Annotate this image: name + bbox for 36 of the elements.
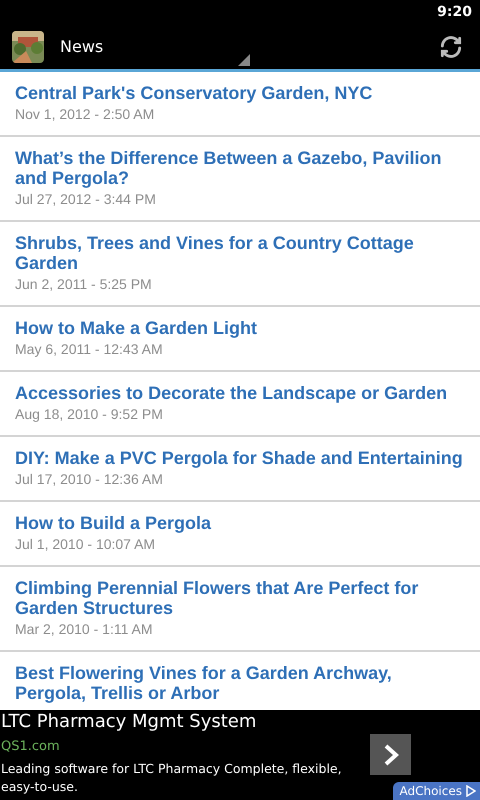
refresh-icon[interactable] xyxy=(438,34,464,60)
ad-url: QS1.com xyxy=(1,738,60,756)
article-date: Jul 1, 2010 - 10:07 AM xyxy=(15,535,156,553)
article-title: DIY: Make a PVC Pergola for Shade and Entertaining xyxy=(15,448,464,468)
article-date: Jul 27, 2012 - 3:44 PM xyxy=(15,190,157,208)
article-item[interactable]: Central Park's Conservatory Garden, NYC Nov 1, 2012 - 2:50 AM xyxy=(0,72,480,137)
article-item[interactable]: Shrubs, Trees and Vines for a Country Cottage Garden Jun 2, 2011 - 5:25 PM xyxy=(0,222,480,307)
article-item[interactable]: Climbing Perennial Flowers that Are Perfect for Garden Structures Mar 2, 2010 - 1:11 AM xyxy=(0,567,480,652)
article-title: Central Park's Conservatory Garden, NYC xyxy=(15,83,374,103)
ad-headline: LTC Pharmacy Mgmt System xyxy=(1,710,258,733)
article-date: Jun 2, 2011 - 5:25 PM xyxy=(15,275,153,293)
article-title: How to Make a Garden Light xyxy=(15,318,258,338)
article-date: Mar 2, 2010 - 1:11 AM xyxy=(15,620,154,638)
article-item[interactable]: What’s the Difference Between a Gazebo, Pavilion and Pergola? Jul 27, 2012 - 3:44 PM xyxy=(0,137,480,222)
article-item[interactable]: How to Make a Garden Light May 6, 2011 - 12:43 AM xyxy=(0,307,480,372)
article-date: May 6, 2011 - 12:43 AM xyxy=(15,340,164,358)
article-title: Shrubs, Trees and Vines for a Country Cottage Garden xyxy=(15,233,415,273)
ad-text: Leading software for LTC Pharmacy Complete, flexible, easy-to-use. xyxy=(1,760,343,796)
ad-arrow-button[interactable] xyxy=(370,734,411,775)
adchoices-badge[interactable]: AdChoices xyxy=(393,782,480,800)
article-item[interactable]: Accessories to Decorate the Landscape or Garden Aug 18, 2010 - 9:52 PM xyxy=(0,372,480,437)
article-date: Aug 18, 2010 - 9:52 PM xyxy=(15,405,164,423)
article-date: Jul 17, 2010 - 12:36 AM xyxy=(15,470,164,488)
screen-title[interactable]: News xyxy=(60,35,104,59)
ad-banner[interactable]: LTC Pharmacy Mgmt System QS1.com Leading software for LTC Pharmacy Complete, flexible, easy-to-use. AdChoices xyxy=(0,710,480,800)
article-title: What’s the Difference Between a Gazebo, Pavilion and Pergola? xyxy=(15,148,442,188)
article-title: Climbing Perennial Flowers that Are Perfect for Garden Structures xyxy=(15,578,420,618)
dropdown-corner-icon xyxy=(238,54,250,66)
article-item[interactable]: How to Build a Pergola Jul 1, 2010 - 10:07 AM xyxy=(0,502,480,567)
clock: 9:20 xyxy=(437,3,472,22)
article-date: Nov 1, 2012 - 2:50 AM xyxy=(15,105,156,123)
article-item[interactable]: DIY: Make a PVC Pergola for Shade and Entertaining Jul 17, 2010 - 12:36 AM xyxy=(0,437,480,502)
play-icon xyxy=(466,785,476,797)
article-title: How to Build a Pergola xyxy=(15,513,212,533)
article-title: Accessories to Decorate the Landscape or Garden xyxy=(15,383,448,403)
article-title: Best Flowering Vines for a Garden Archway, Pergola, Trellis or Arbor xyxy=(15,663,393,703)
